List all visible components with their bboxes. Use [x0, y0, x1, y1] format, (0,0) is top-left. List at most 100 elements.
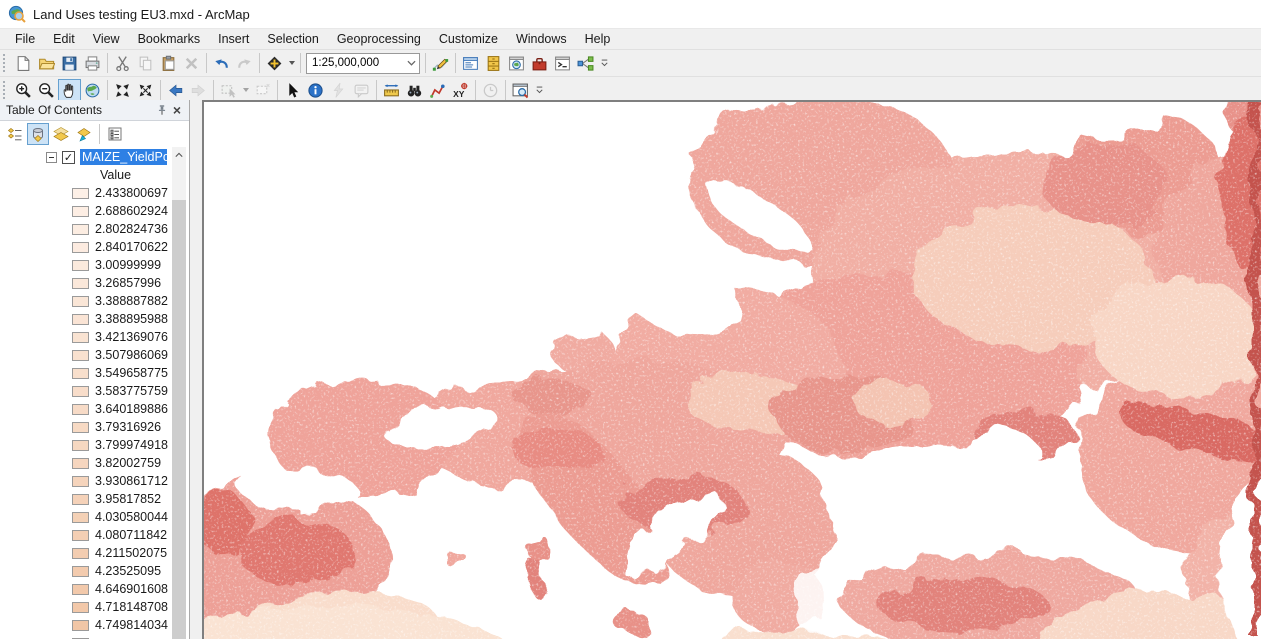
menu-item[interactable]: Insert — [209, 30, 258, 48]
toc-window-button[interactable] — [459, 52, 482, 75]
legend-item[interactable]: 4.718148708 — [0, 598, 171, 616]
legend-item[interactable]: 3.930861712 — [0, 472, 171, 490]
legend-item[interactable]: 3.79316926 — [0, 418, 171, 436]
undo-button[interactable] — [210, 52, 233, 75]
copy-button[interactable] — [134, 52, 157, 75]
clear-selection-button[interactable] — [251, 79, 274, 102]
legend-item[interactable] — [0, 634, 171, 639]
map-canvas[interactable] — [204, 102, 1261, 639]
scrollbar-thumb[interactable] — [172, 200, 186, 639]
select-features-dropdown[interactable] — [240, 79, 251, 102]
zoom-out-button[interactable] — [35, 79, 58, 102]
menu-item[interactable]: Selection — [258, 30, 327, 48]
layer-name[interactable]: MAIZE_YieldPote — [80, 149, 167, 165]
print-button[interactable] — [81, 52, 104, 75]
add-data-dropdown[interactable] — [286, 52, 297, 75]
fixed-zoom-in-button[interactable] — [111, 79, 134, 102]
legend-item[interactable]: 3.640189886 — [0, 400, 171, 418]
legend-item[interactable]: 4.030580044 — [0, 508, 171, 526]
measure-button[interactable] — [380, 79, 403, 102]
redo-button[interactable] — [233, 52, 256, 75]
list-by-visibility-button[interactable] — [50, 123, 72, 145]
map-scale-dropdown[interactable] — [403, 54, 419, 73]
open-button[interactable] — [35, 52, 58, 75]
menu-item[interactable]: Help — [576, 30, 620, 48]
menu-item[interactable]: File — [6, 30, 44, 48]
viewer-window-button[interactable] — [509, 79, 532, 102]
toolbar-options-button[interactable] — [597, 52, 612, 75]
menu-item[interactable]: View — [84, 30, 129, 48]
delete-button[interactable] — [180, 52, 203, 75]
paste-button[interactable] — [157, 52, 180, 75]
legend-item[interactable]: 3.82002759 — [0, 454, 171, 472]
legend-item[interactable]: 4.080711842 — [0, 526, 171, 544]
menu-item[interactable]: Customize — [430, 30, 507, 48]
python-window-button[interactable] — [551, 52, 574, 75]
map-scale-input[interactable] — [307, 56, 403, 70]
find-button[interactable] — [403, 79, 426, 102]
legend-item[interactable]: 4.646901608 — [0, 580, 171, 598]
legend-item[interactable]: 4.211502075 — [0, 544, 171, 562]
legend-item[interactable]: 4.749814034 — [0, 616, 171, 634]
layer-row[interactable]: ✓ MAIZE_YieldPote — [0, 147, 171, 167]
forward-extent-button[interactable] — [187, 79, 210, 102]
cut-button[interactable] — [111, 52, 134, 75]
legend-item[interactable]: 3.583775759 — [0, 382, 171, 400]
toolbar-grip[interactable] — [3, 81, 8, 99]
legend-item[interactable]: 3.421369076 — [0, 328, 171, 346]
new-document-button[interactable] — [12, 52, 35, 75]
catalog-button[interactable] — [482, 52, 505, 75]
hyperlink-button[interactable] — [327, 79, 350, 102]
legend-item[interactable]: 3.388895988 — [0, 310, 171, 328]
identify-button[interactable] — [304, 79, 327, 102]
add-data-button[interactable] — [263, 52, 286, 75]
html-popup-button[interactable] — [350, 79, 373, 102]
toc-header[interactable]: Table Of Contents × — [0, 100, 189, 121]
time-slider-button[interactable] — [479, 79, 502, 102]
legend-item[interactable]: 3.95817852 — [0, 490, 171, 508]
zoom-in-button[interactable] — [12, 79, 35, 102]
legend-item[interactable]: 2.802824736 — [0, 220, 171, 238]
collapse-expander-icon[interactable] — [46, 151, 57, 163]
legend-item[interactable]: 3.507986069 — [0, 346, 171, 364]
menu-item[interactable]: Bookmarks — [129, 30, 210, 48]
select-features-button[interactable] — [217, 79, 240, 102]
menu-item[interactable]: Edit — [44, 30, 84, 48]
menu-item[interactable]: Windows — [507, 30, 576, 48]
toc-scrollbar[interactable] — [172, 147, 186, 639]
menu-item[interactable]: Geoprocessing — [328, 30, 430, 48]
pin-icon[interactable] — [155, 103, 169, 117]
legend-item[interactable]: 2.433800697 — [0, 184, 171, 202]
legend-item[interactable]: 3.549658775 — [0, 364, 171, 382]
toolbar-options-button[interactable] — [532, 79, 547, 102]
pan-button[interactable] — [58, 78, 81, 102]
modelbuilder-button[interactable] — [574, 52, 597, 75]
find-route-button[interactable] — [426, 79, 449, 102]
select-elements-button[interactable] — [281, 79, 304, 102]
save-button[interactable] — [58, 52, 81, 75]
legend-item[interactable]: 2.840170622 — [0, 238, 171, 256]
list-by-selection-button[interactable] — [73, 123, 95, 145]
legend-item[interactable]: 3.26857996 — [0, 274, 171, 292]
list-by-drawing-order-button[interactable] — [4, 123, 26, 145]
fixed-zoom-out-button[interactable] — [134, 79, 157, 102]
back-extent-button[interactable] — [164, 79, 187, 102]
full-extent-button[interactable] — [81, 79, 104, 102]
close-icon[interactable]: × — [169, 102, 185, 118]
legend-item[interactable]: 3.00999999 — [0, 256, 171, 274]
search-window-button[interactable] — [505, 52, 528, 75]
legend-swatch — [72, 367, 89, 379]
list-by-source-button[interactable] — [27, 123, 49, 145]
go-to-xy-button[interactable]: XY — [449, 79, 472, 102]
toolbar-separator — [475, 80, 476, 100]
scrollbar-up-button[interactable] — [172, 147, 186, 162]
editor-toolbar-button[interactable] — [429, 52, 452, 75]
legend-item[interactable]: 2.688602924 — [0, 202, 171, 220]
layer-visibility-checkbox[interactable]: ✓ — [62, 150, 75, 164]
toolbar-grip[interactable] — [3, 54, 8, 72]
legend-item[interactable]: 3.799974918 — [0, 436, 171, 454]
toc-options-button[interactable] — [104, 123, 126, 145]
legend-item[interactable]: 4.23525095 — [0, 562, 171, 580]
legend-item[interactable]: 3.388887882 — [0, 292, 171, 310]
toolbox-button[interactable] — [528, 52, 551, 75]
